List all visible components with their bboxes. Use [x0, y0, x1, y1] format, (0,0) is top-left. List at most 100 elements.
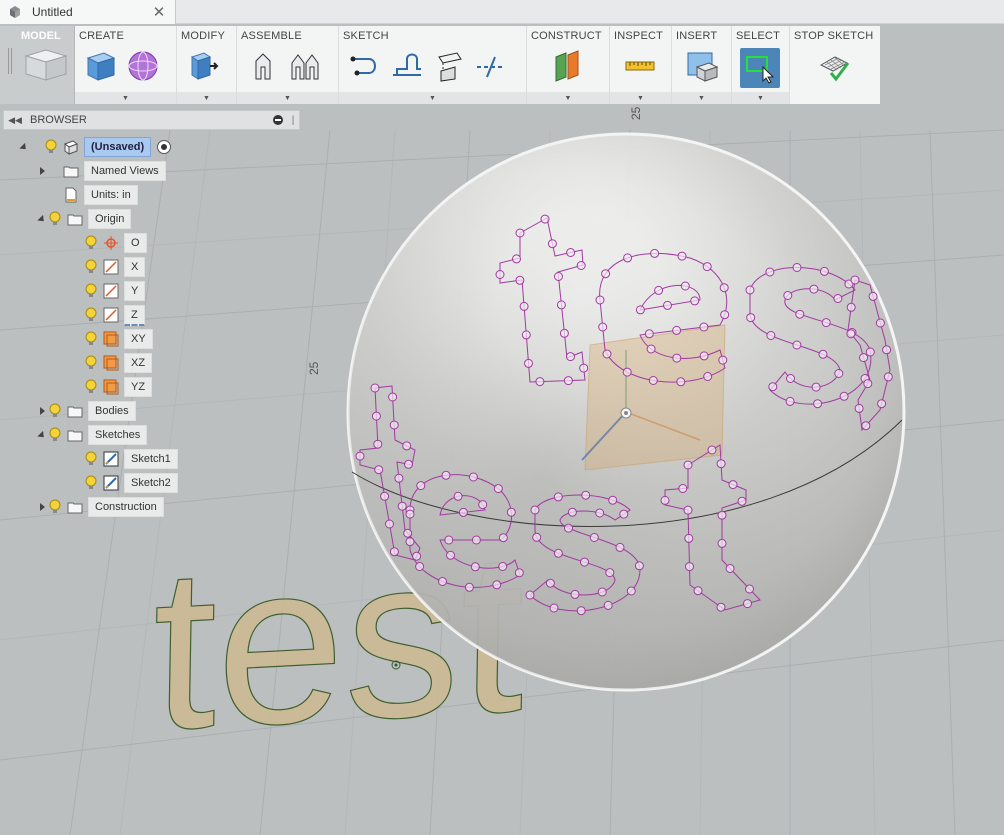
construct-dropdown[interactable]: ▼ [527, 92, 609, 104]
sketch-point[interactable] [370, 383, 380, 393]
sketch-point[interactable] [768, 382, 778, 392]
tree-label[interactable]: Y [124, 281, 146, 301]
expand-toggle[interactable] [36, 429, 48, 441]
visibility-bulb-icon[interactable] [84, 331, 98, 347]
sketch-point[interactable] [570, 589, 580, 599]
sketch-point[interactable] [720, 310, 730, 320]
visibility-bulb-icon[interactable] [84, 475, 98, 491]
visibility-bulb-icon[interactable] [84, 283, 98, 299]
visibility-bulb-icon[interactable] [44, 139, 58, 155]
sketch-point[interactable] [566, 248, 576, 257]
sketch-point[interactable] [819, 266, 829, 276]
sketch-point[interactable] [405, 537, 415, 547]
sketch-point[interactable] [677, 251, 687, 261]
sketch-point[interactable] [834, 369, 844, 378]
sketch-point[interactable] [678, 484, 688, 493]
sketch-point[interactable] [746, 313, 756, 323]
sketch-point[interactable] [850, 275, 860, 285]
sketch-point[interactable] [650, 248, 660, 258]
sketch-point[interactable] [553, 548, 563, 558]
sketch-point[interactable] [519, 301, 529, 311]
collapse-browser-icon[interactable]: ◀◀ [4, 115, 26, 126]
sketch-point[interactable] [540, 214, 550, 224]
tree-node-x-axis[interactable]: X [84, 256, 146, 278]
visibility-bulb-icon[interactable] [84, 235, 98, 251]
sketch-point[interactable] [859, 353, 869, 363]
stop-sketch-dropdown[interactable] [790, 92, 880, 104]
tree-label[interactable]: X [124, 257, 146, 277]
sketch-point[interactable] [745, 584, 754, 594]
sketch-point[interactable] [809, 284, 819, 294]
sketch-point[interactable] [626, 586, 636, 596]
sketch-point[interactable] [512, 254, 521, 264]
tree-label[interactable]: Sketch2 [124, 473, 178, 493]
sketch-point[interactable] [535, 377, 545, 387]
sketch-point[interactable] [882, 345, 892, 355]
tree-label[interactable]: XY [124, 329, 153, 349]
sketch-point[interactable] [567, 507, 577, 517]
sketch-point[interactable] [634, 561, 644, 571]
sketch-point[interactable] [672, 353, 682, 363]
sketch-point[interactable] [416, 481, 426, 491]
sketch-point[interactable] [403, 528, 413, 538]
sketch-point[interactable] [493, 484, 503, 494]
tree-label[interactable]: O [124, 233, 147, 253]
sketch-point[interactable] [564, 523, 573, 533]
tree-label[interactable]: Sketch1 [124, 449, 178, 469]
sketch-point[interactable] [766, 331, 776, 340]
sketch-point[interactable] [792, 340, 802, 350]
sketch-point[interactable] [576, 261, 586, 270]
sketch-point[interactable] [514, 568, 524, 578]
sketch-point[interactable] [453, 491, 463, 501]
sketch-point[interactable] [521, 330, 531, 340]
tree-node-sketches[interactable]: Sketches [36, 424, 148, 446]
sketch-point[interactable] [672, 325, 682, 335]
sketch-point[interactable] [355, 451, 365, 461]
joint-tool-button[interactable] [287, 48, 323, 84]
tree-label[interactable]: Named Views [84, 161, 166, 181]
sketch-point[interactable] [622, 367, 632, 377]
sketch-point[interactable] [646, 344, 656, 354]
sketch-point[interactable] [699, 322, 709, 332]
offset-plane-button[interactable] [549, 48, 585, 84]
sketch-point[interactable] [765, 267, 775, 277]
measure-button[interactable] [622, 48, 658, 84]
sketch-point[interactable] [605, 568, 615, 578]
tree-node-origin-point[interactable]: O [84, 232, 147, 254]
root-component-label[interactable]: (Unsaved) [84, 137, 152, 157]
sketch-point[interactable] [597, 587, 607, 597]
tree-node-bodies[interactable]: Bodies [36, 400, 136, 422]
sketch-project-button[interactable] [431, 48, 467, 84]
sketch-point[interactable] [554, 272, 563, 281]
sketch-point[interactable] [854, 403, 864, 413]
tree-label[interactable]: Bodies [88, 401, 136, 421]
expand-toggle[interactable] [18, 141, 30, 153]
tree-node-origin[interactable]: Origin [36, 208, 132, 230]
sketch-point[interactable] [718, 355, 728, 365]
insert-dropdown[interactable]: ▼ [672, 92, 731, 104]
sketch-point[interactable] [412, 551, 422, 561]
tree-node-y-axis[interactable]: Y [84, 280, 146, 302]
sketch-point[interactable] [405, 509, 415, 519]
sketch-point[interactable] [786, 374, 795, 383]
visibility-bulb-icon[interactable] [48, 427, 62, 443]
sketch-point[interactable] [545, 578, 555, 588]
sketch-point[interactable] [515, 228, 525, 238]
tree-node-units[interactable]: Units: in [48, 184, 138, 206]
tree-node-xy-plane[interactable]: XY [84, 328, 153, 350]
sketch-point[interactable] [883, 372, 893, 382]
select-dropdown[interactable]: ▼ [732, 92, 789, 104]
sketch-point[interactable] [547, 239, 557, 249]
select-button[interactable] [740, 48, 780, 88]
sketch-point[interactable] [394, 473, 404, 483]
sketch-point[interactable] [683, 460, 693, 470]
tree-node-sketch2[interactable]: Sketch2 [84, 472, 178, 494]
sketch-point[interactable] [397, 501, 407, 511]
sketch-point[interactable] [821, 318, 831, 328]
pin-browser-icon[interactable]: | [287, 115, 299, 126]
sketch-point[interactable] [623, 253, 633, 263]
tree-node-yz-plane[interactable]: YZ [84, 376, 153, 398]
sketch-point[interactable] [719, 283, 729, 293]
sketch-point[interactable] [875, 318, 885, 328]
inspect-dropdown[interactable]: ▼ [610, 92, 671, 104]
